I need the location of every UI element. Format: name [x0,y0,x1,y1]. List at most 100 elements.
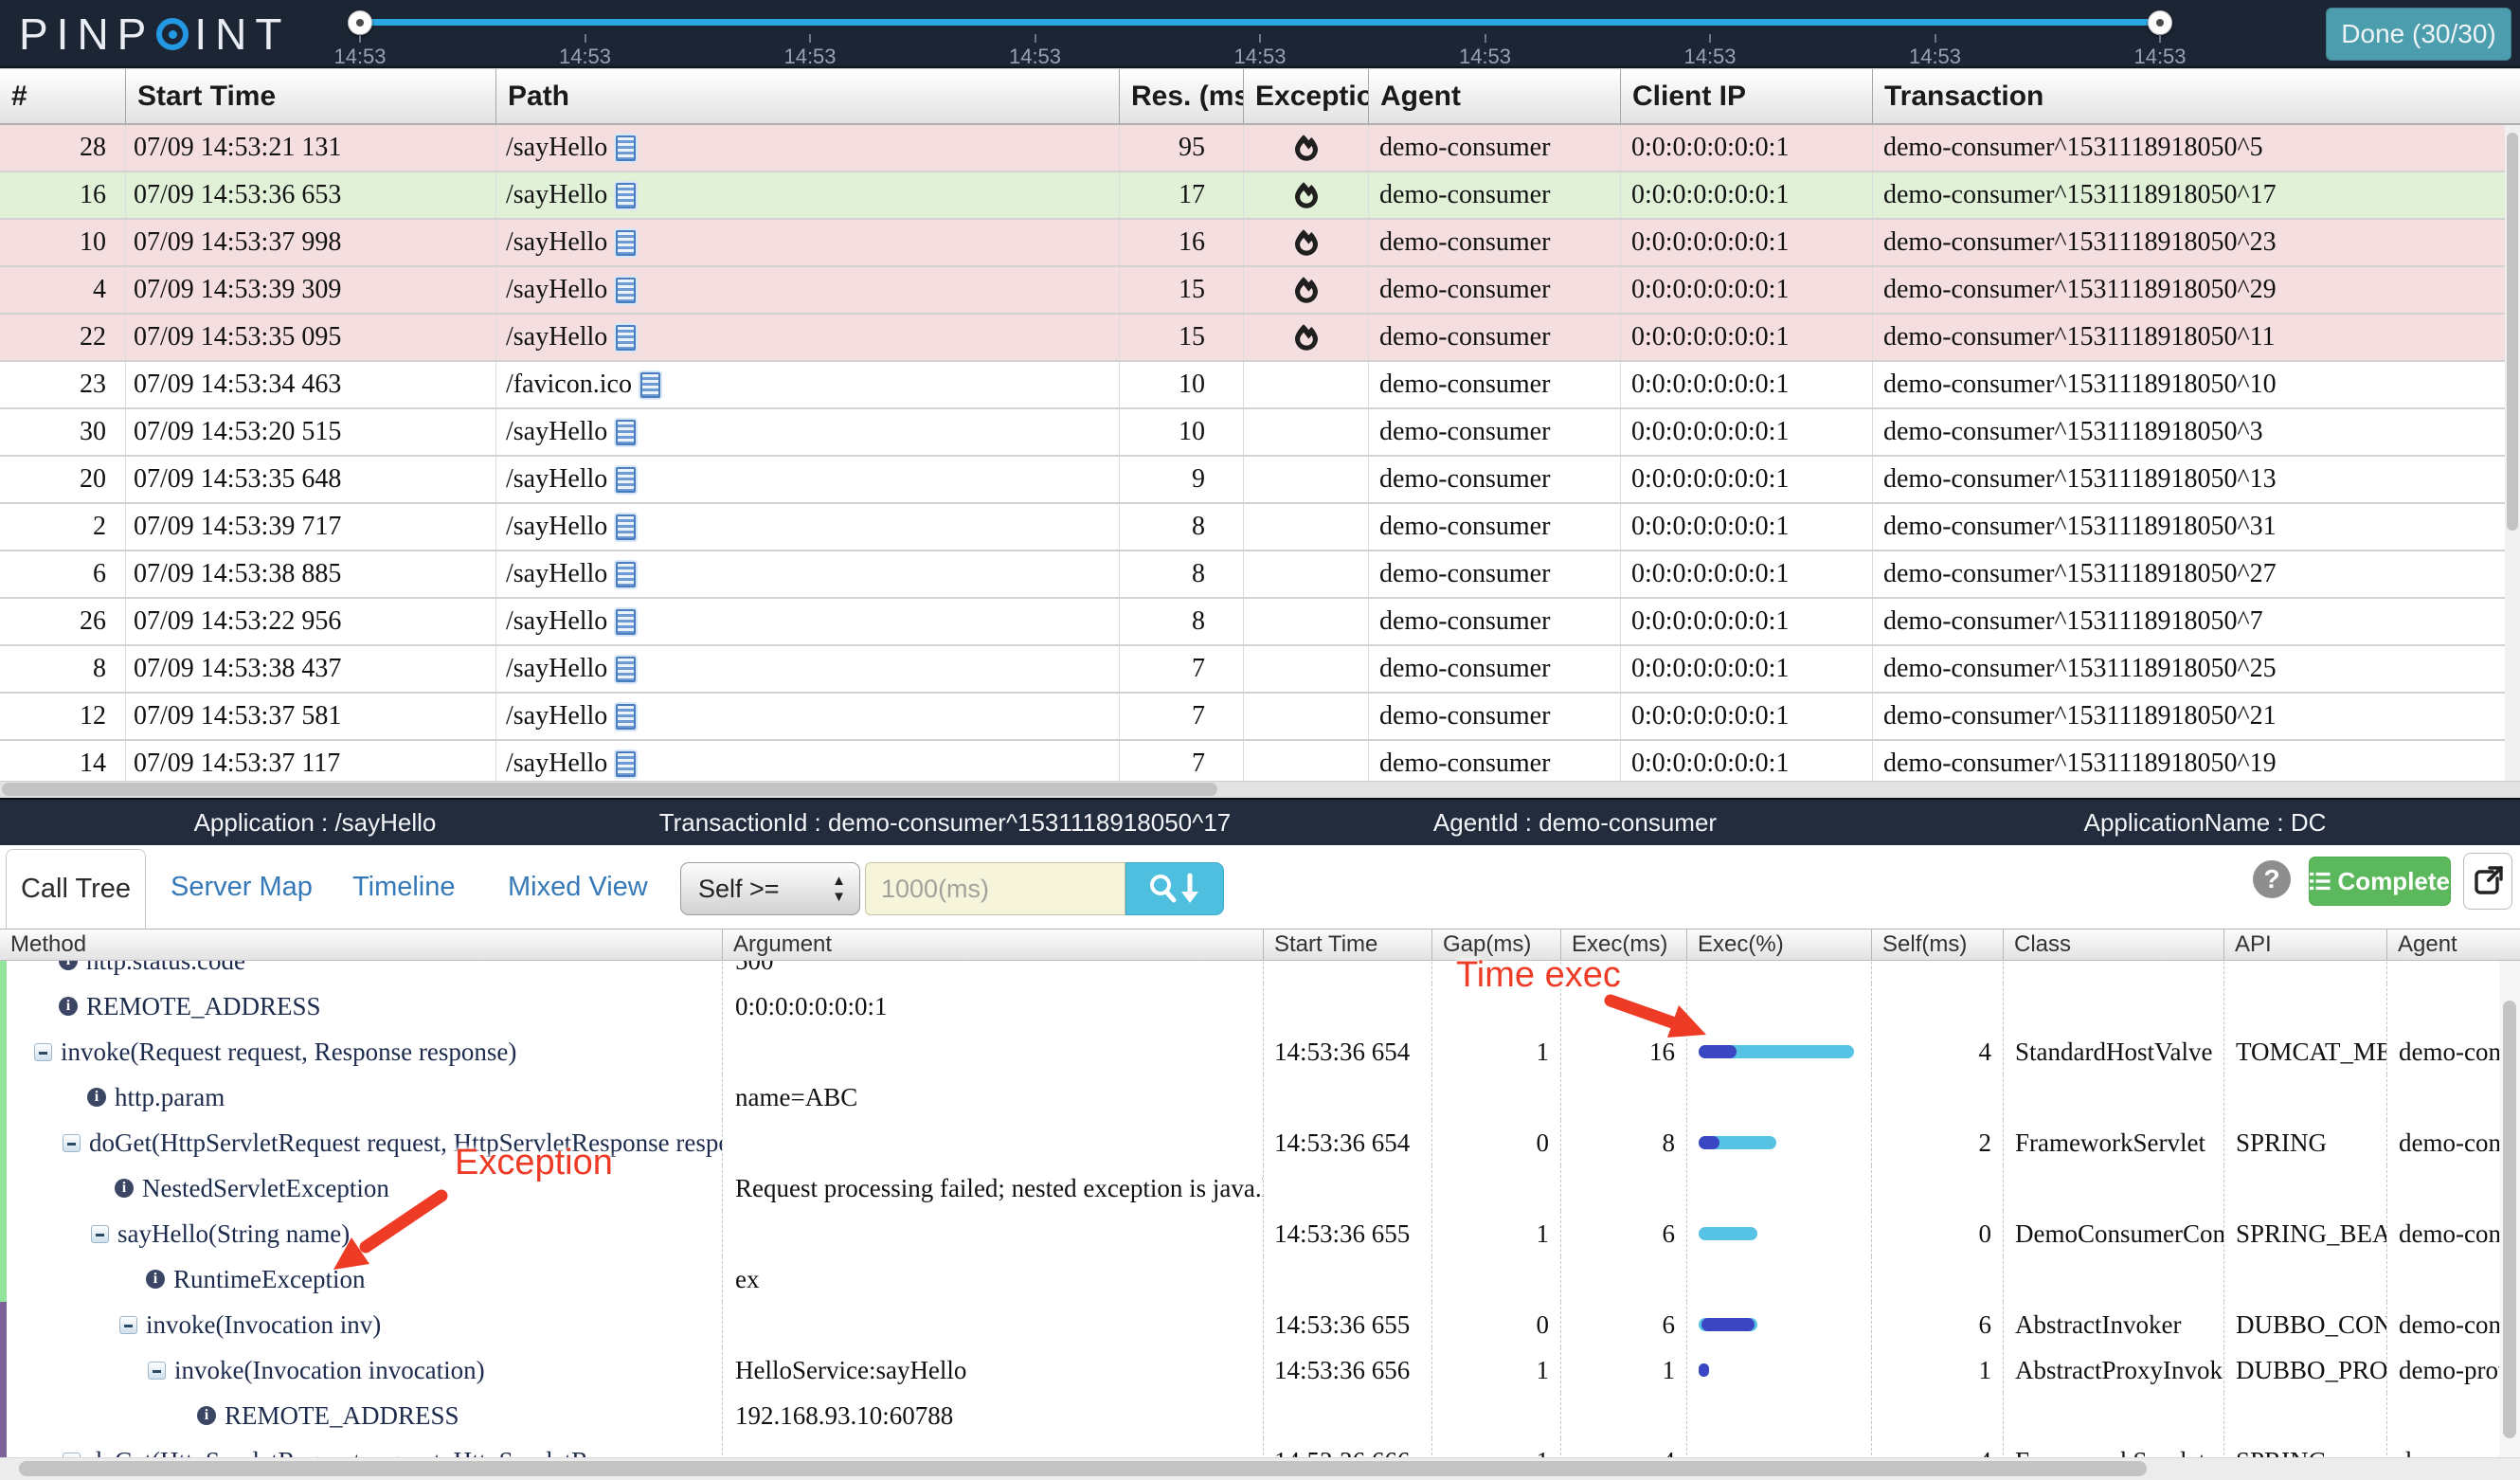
ct-cell-exec-pct [1686,1074,1871,1120]
collapse-icon[interactable] [34,1042,52,1061]
transaction-row[interactable]: 23 07/09 14:53:34 463/favicon.ico 10 demo-c… [0,362,2520,409]
ms-threshold-input[interactable] [865,862,1125,915]
transaction-row[interactable]: 28 07/09 14:53:21 131/sayHello 95 demo-cons… [0,125,2520,172]
path-detail-icon[interactable] [616,561,637,587]
txn-cell-client-ip: 0:0:0:0:0:0:0:1 [1620,315,1872,360]
calltree-row[interactable]: invoke(Request request, Response respons… [0,1029,2520,1074]
txn-header-exception[interactable]: Exception [1243,69,1368,123]
transaction-row[interactable]: 30 07/09 14:53:20 515/sayHello 10 demo-cons… [0,409,2520,457]
txn-header-res-ms[interactable]: Res. (ms) ↓ [1119,69,1243,123]
calltree-row[interactable]: i RuntimeException ex [0,1256,2520,1302]
path-detail-icon[interactable] [616,419,637,445]
txn-header-num[interactable]: # [0,69,125,123]
tab-call-tree-label: Call Tree [20,874,132,904]
txn-header-transaction[interactable]: Transaction [1872,69,2520,123]
path-detail-icon[interactable] [616,608,637,635]
info-icon: i [87,1088,106,1107]
transaction-row[interactable]: 16 07/09 14:53:36 653/sayHello 17 demo-cons… [0,172,2520,220]
calltree-row[interactable]: i NestedServletException Request processin… [0,1165,2520,1211]
ct-cell-argument [722,1120,1263,1165]
calltree-hscrollbar-thumb[interactable] [19,1461,2147,1476]
ct-cell-class [2003,1074,2223,1120]
ct-cell-argument [722,1029,1263,1074]
transaction-row[interactable]: 12 07/09 14:53:37 581/sayHello 7 demo-consu… [0,694,2520,741]
tab-timeline[interactable]: Timeline [352,845,456,929]
done-button[interactable]: Done (30/30) [2326,8,2511,61]
ct-cell-class: FrameworkServlet [2003,1438,2223,1457]
calltree-row[interactable]: doGet(HttpServletRequest request, HttpSe… [0,1438,2520,1457]
calltree-row[interactable]: invoke(Invocation inv) 14:53:36 655 0 6 6 Abs… [0,1302,2520,1347]
txn-header-agent[interactable]: Agent [1368,69,1620,123]
path-detail-icon[interactable] [616,703,637,730]
calltree-row[interactable]: invoke(Invocation invocation) HelloServic… [0,1347,2520,1393]
path-detail-icon[interactable] [639,371,660,398]
transaction-row[interactable]: 20 07/09 14:53:35 648/sayHello 9 demo-consu… [0,457,2520,504]
calltree-row[interactable]: doGet(HttpServletRequest request, HttpSe… [0,1120,2520,1165]
tab-call-tree[interactable]: Call Tree [6,849,146,929]
calltree-row[interactable]: i http.param name=ABC [0,1074,2520,1120]
path-detail-icon[interactable] [616,182,637,208]
help-icon[interactable]: ? [2253,860,2291,898]
calltree-row[interactable]: i REMOTE_ADDRESS 0:0:0:0:0:0:0:1 [0,984,2520,1029]
ct-cell-argument: HelloService:sayHello [722,1347,1263,1393]
complete-button[interactable]: Complete [2309,857,2451,906]
txn-cell-res-ms: 7 [1119,741,1243,781]
exec-bar-wrap [1687,1302,1871,1347]
calltree-header-start-time[interactable]: Start Time [1263,930,1431,960]
txn-header-client-ip[interactable]: Client IP [1620,69,1872,123]
path-detail-icon[interactable] [616,656,637,682]
path-detail-icon[interactable] [616,135,637,161]
transaction-row[interactable]: 14 07/09 14:53:37 117/sayHello 7 demo-consu… [0,741,2520,781]
calltree-header-method[interactable]: Method [0,930,722,960]
calltree-header-exec-[interactable]: Exec(%) [1686,930,1871,960]
tab-server-map[interactable]: Server Map [171,845,313,929]
path-detail-icon[interactable] [616,750,637,777]
method-label: doGet(HttpServletRequest request, HttpSe… [89,1447,722,1458]
txn-cell-start-time: 07/09 14:53:35 648 [125,457,495,502]
transaction-row[interactable]: 2 07/09 14:53:39 717/sayHello 8 demo-consum… [0,504,2520,551]
calltree-vscrollbar-thumb[interactable] [2503,1001,2516,1438]
collapse-icon[interactable] [91,1224,109,1243]
ct-cell-exec-pct [1686,1438,1871,1457]
tab-server-map-label: Server Map [171,871,313,902]
calltree-header-argument[interactable]: Argument [722,930,1263,960]
calltree-header-class[interactable]: Class [2003,930,2223,960]
path-detail-icon[interactable] [616,466,637,493]
calltree-row[interactable]: i http.status.code 500 [0,961,2520,984]
transaction-row[interactable]: 26 07/09 14:53:22 956/sayHello 8 demo-consu… [0,599,2520,646]
open-in-new-window-button[interactable] [2463,853,2512,910]
calltree-header-agent[interactable]: Agent [2386,930,2520,960]
collapse-icon[interactable] [119,1315,137,1334]
tab-mixed-view[interactable]: Mixed View [508,845,648,929]
path-detail-icon[interactable] [616,514,637,540]
calltree-header-api[interactable]: API [2223,930,2386,960]
calltree-row[interactable]: i REMOTE_ADDRESS 192.168.93.10:60788 [0,1393,2520,1438]
txn-cell-exception [1243,599,1368,644]
ct-cell-gap-ms: 1 [1431,1211,1560,1256]
path-detail-icon[interactable] [616,324,637,351]
self-filter-select[interactable]: Self >= ▲ ▼ [680,862,860,915]
collapse-icon[interactable] [148,1361,166,1380]
search-button[interactable] [1125,862,1224,915]
transaction-row[interactable]: 10 07/09 14:53:37 998/sayHello 16 demo-cons… [0,220,2520,267]
transaction-table-header: #Start TimePathRes. (ms) ↓ExceptionAgent… [0,68,2520,125]
exception-flame-icon [1294,229,1318,256]
path-detail-icon[interactable] [616,277,637,303]
path-detail-icon[interactable] [616,229,637,256]
transaction-row[interactable]: 4 07/09 14:53:39 309/sayHello 15 demo-consu… [0,267,2520,315]
ct-cell-start-time [1263,1256,1431,1302]
calltree-header-self-ms-[interactable]: Self(ms) [1871,930,2003,960]
txn-cell-path: /sayHello [495,409,1119,455]
transaction-hscrollbar-thumb[interactable] [2,783,1217,796]
txn-header-start-time[interactable]: Start Time [125,69,495,123]
txn-header-path[interactable]: Path [495,69,1119,123]
transaction-row[interactable]: 6 07/09 14:53:38 885/sayHello 8 demo-consum… [0,551,2520,599]
transaction-row[interactable]: 22 07/09 14:53:35 095/sayHello 15 demo-cons… [0,315,2520,362]
exec-bar-wrap [1687,1029,1871,1074]
transaction-row[interactable]: 8 07/09 14:53:38 437/sayHello 7 demo-consum… [0,646,2520,694]
calltree-row[interactable]: sayHello(String name) 14:53:36 655 1 6 0 Demo… [0,1211,2520,1256]
transaction-vscrollbar-thumb[interactable] [2507,133,2518,531]
call-tree-header: Method Argument Start Time Gap(ms) Exec(ms) E… [0,929,2520,961]
collapse-icon[interactable] [63,1133,81,1152]
ct-cell-api [2223,1393,2386,1438]
